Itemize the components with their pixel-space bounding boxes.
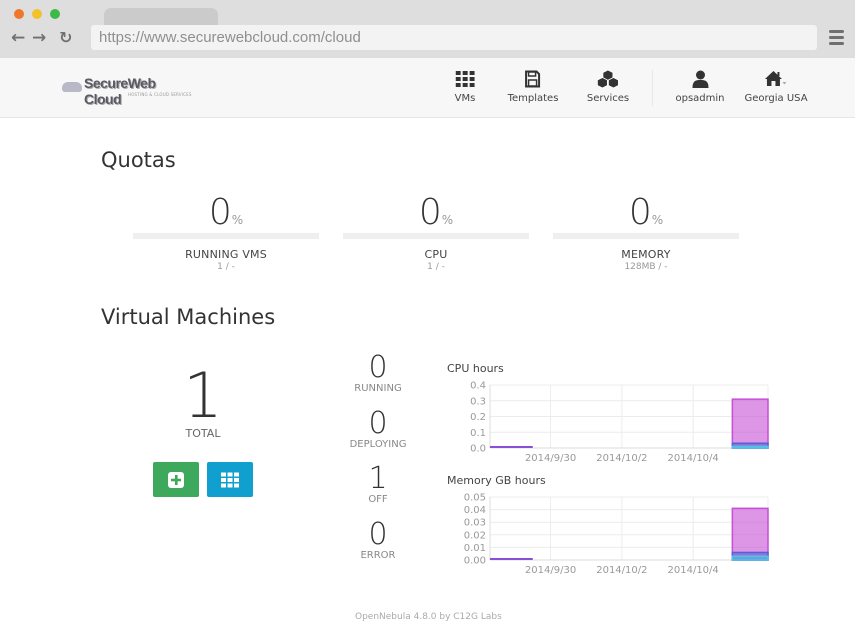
url-bar[interactable]: https://www.securewebcloud.com/cloud (91, 25, 817, 50)
y-tick-label: 0.04 (464, 505, 486, 516)
state-value: 1 (368, 461, 388, 496)
quota-sub: 1 / - (217, 262, 235, 272)
grid-icon (221, 472, 239, 487)
plus-square-icon (168, 471, 184, 488)
x-tick-label: 2014/10/4 (668, 565, 719, 576)
vm-state-off: 1 OFF (338, 461, 418, 506)
y-tick-label: 0.05 (464, 493, 486, 504)
quota-sub: 1 / - (427, 262, 445, 272)
quotas-title: Quotas (101, 148, 176, 172)
x-tick-label: 2014/9/30 (525, 453, 576, 464)
cpu-chart-title: CPU hours (447, 362, 504, 375)
nav-services[interactable]: Services (587, 70, 629, 104)
y-tick-label: 0.02 (464, 530, 486, 541)
vm-total: 1 TOTAL (150, 359, 256, 441)
quota-unit: % (231, 213, 244, 227)
x-tick-label: 2014/9/30 (525, 565, 576, 576)
app-header: SecureWeb Cloud HOSTING & CLOUD SERVICES… (0, 58, 855, 118)
nav-label: Services (586, 93, 630, 104)
quota-unit: % (651, 213, 664, 227)
series-area-cyan (731, 445, 769, 449)
browser-chrome: ← → ↻ https://www.securewebcloud.com/clo… (0, 0, 855, 58)
series-area-cyan (731, 555, 769, 561)
y-tick-label: 0.1 (470, 428, 486, 439)
quota-label: CPU (424, 248, 448, 261)
nav-label: opsadmin (675, 93, 725, 104)
state-label: ERROR (360, 550, 396, 561)
x-tick-label: 2014/10/2 (596, 453, 647, 464)
maximize-window-button[interactable] (50, 9, 60, 19)
quota-progress-bar (133, 233, 319, 239)
hamburger-menu-icon[interactable] (829, 30, 844, 45)
quota-value: 0 (418, 192, 442, 233)
quota-progress-bar (553, 233, 739, 239)
x-tick-label: 2014/10/2 (596, 565, 647, 576)
user-icon (691, 70, 708, 88)
nav-templates[interactable]: Templates (507, 70, 559, 104)
state-value: 0 (368, 350, 388, 385)
y-tick-label: 0.3 (470, 396, 486, 407)
nav-user[interactable]: opsadmin (675, 70, 725, 104)
reload-icon[interactable]: ↻ (59, 28, 72, 48)
y-tick-label: 0.2 (470, 412, 486, 423)
quota-value: 0 (628, 192, 652, 233)
y-tick-label: 0.4 (470, 381, 486, 392)
quota-running-vms: 0% RUNNING VMS 1 / - (133, 193, 319, 272)
state-label: RUNNING (354, 383, 402, 394)
state-value: 0 (368, 517, 388, 552)
cloud-lock-icon (62, 82, 82, 92)
quota-label: MEMORY (621, 248, 671, 261)
nav-vms[interactable]: VMs (454, 70, 476, 104)
footer-text: OpenNebula 4.8.0 by C12G Labs (355, 612, 502, 622)
vm-total-label: TOTAL (185, 427, 221, 440)
quota-value: 0 (208, 192, 232, 233)
nav-divider (652, 70, 653, 106)
cpu-hours-chart: 0.0 0.1 0.2 0.3 0.4 2014/9/30 2014/10/2 2014/10… (470, 381, 769, 464)
vm-state-running: 0 RUNNING (338, 350, 418, 395)
quota-sub: 128MB / - (624, 262, 668, 272)
logo[interactable]: SecureWeb Cloud HOSTING & CLOUD SERVICES (62, 75, 192, 107)
close-window-button[interactable] (14, 9, 24, 19)
state-value: 0 (368, 406, 388, 441)
minimize-window-button[interactable] (32, 9, 42, 19)
nav-zone[interactable]: Georgia USA (744, 70, 808, 104)
logo-text: SecureWeb Cloud (84, 75, 156, 107)
create-vm-button[interactable] (153, 462, 199, 497)
cubes-icon (597, 70, 619, 88)
quota-memory: 0% MEMORY 128MB / - (553, 193, 739, 272)
logo-subtitle: HOSTING & CLOUD SERVICES (128, 92, 192, 97)
forward-arrow-icon[interactable]: → (32, 28, 46, 48)
memory-chart-title: Memory GB hours (447, 474, 546, 487)
list-vms-button[interactable] (207, 462, 253, 497)
vm-total-value: 1 (183, 359, 223, 432)
nav-label: VMs (454, 93, 476, 104)
home-icon (764, 71, 786, 86)
grid-icon (455, 71, 475, 87)
quota-unit: % (441, 213, 454, 227)
browser-tab[interactable] (104, 8, 218, 26)
vms-title: Virtual Machines (101, 305, 276, 329)
nav-label: Georgia USA (744, 93, 808, 104)
x-tick-label: 2014/10/4 (668, 453, 719, 464)
series-area-purple (731, 398, 769, 449)
y-tick-label: 0.0 (470, 444, 486, 455)
vm-state-deploying: 0 DEPLOYING (338, 406, 418, 451)
y-tick-label: 0.00 (464, 556, 486, 567)
back-arrow-icon[interactable]: ← (11, 28, 25, 48)
y-tick-label: 0.03 (464, 518, 486, 529)
quota-label: RUNNING VMS (185, 248, 267, 261)
quota-progress-bar (343, 233, 529, 239)
floppy-disk-icon (525, 70, 541, 88)
memory-hours-chart: 0.00 0.01 0.020.03 0.040.05 2014/9/30 2014/10… (464, 493, 769, 576)
y-tick-label: 0.01 (464, 543, 486, 554)
nav-label: Templates (507, 93, 559, 104)
quota-cpu: 0% CPU 1 / - (343, 193, 529, 272)
state-label: OFF (368, 494, 388, 505)
vm-state-error: 0 ERROR (338, 517, 418, 562)
state-label: DEPLOYING (349, 439, 407, 450)
